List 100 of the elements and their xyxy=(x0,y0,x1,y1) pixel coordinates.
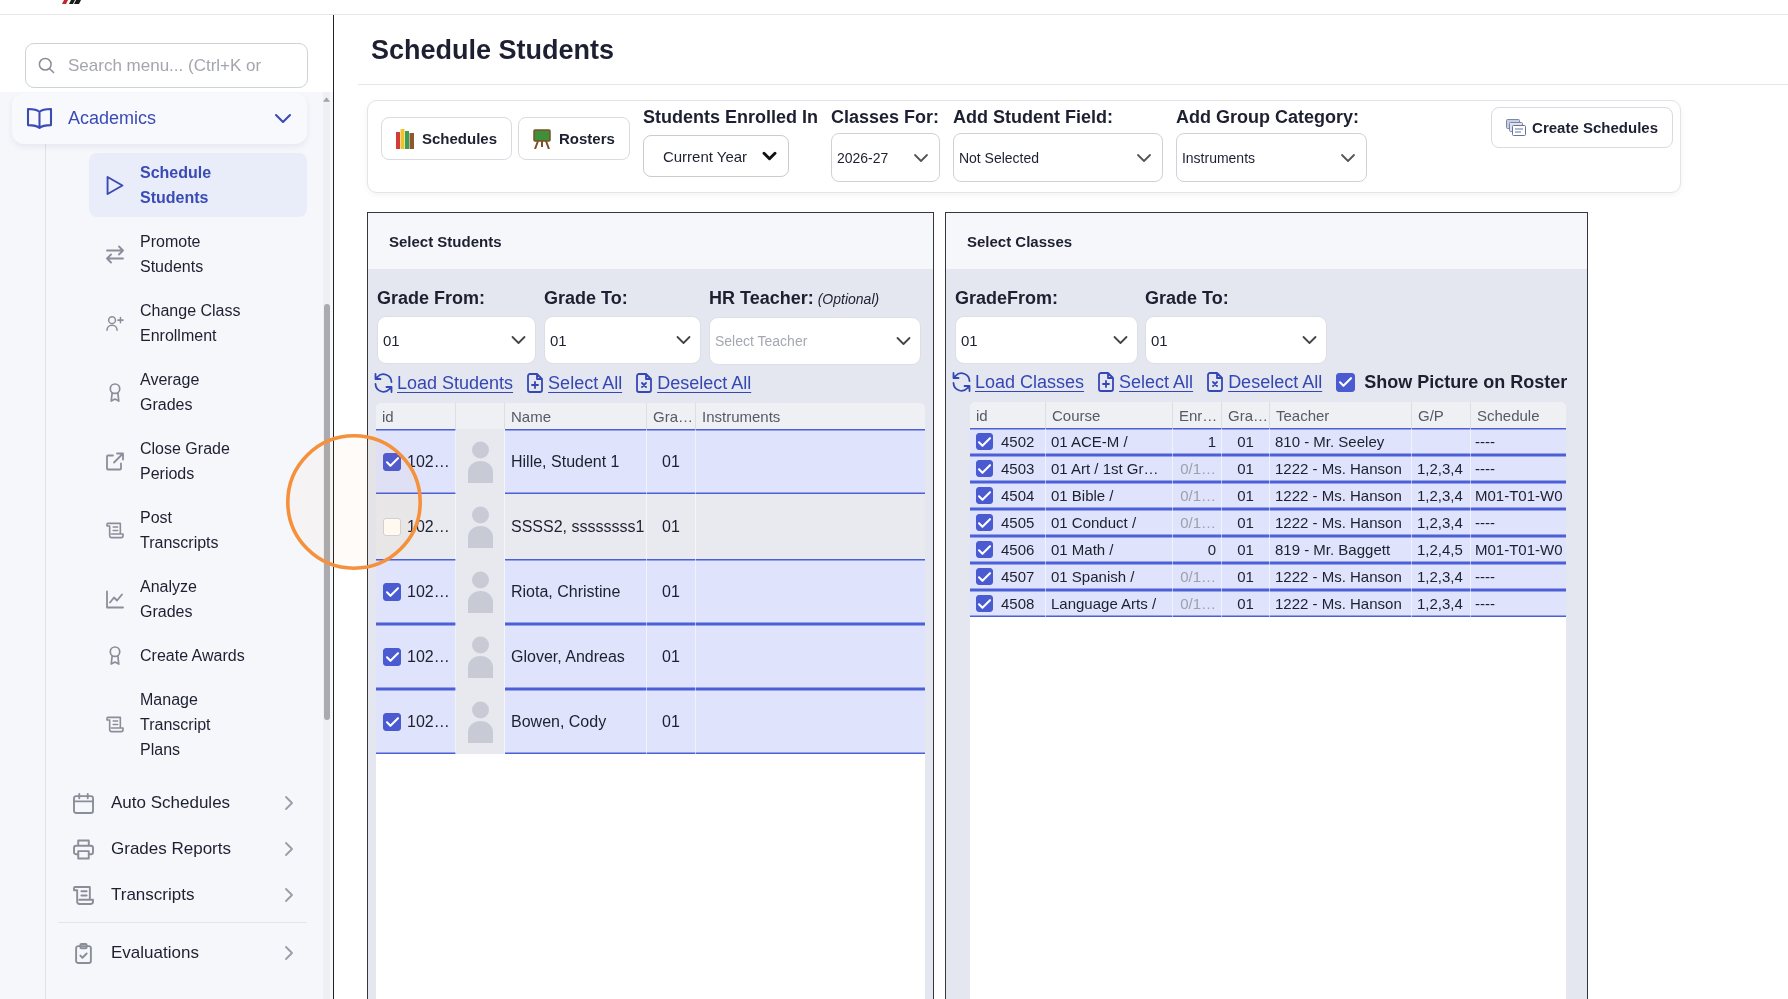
nav-item[interactable]: Analyze Grades xyxy=(89,567,307,631)
checkmark-icon xyxy=(386,457,398,466)
filter-label: Grade To: xyxy=(1145,288,1229,308)
column-header[interactable]: Instruments xyxy=(702,407,781,425)
dropdown[interactable]: Current Year xyxy=(642,135,789,177)
panel-title: Select Classes xyxy=(967,232,1073,250)
action-link[interactable]: Load Classes xyxy=(953,371,1085,393)
table-row[interactable]: 102… Riota, Christine 01 xyxy=(376,559,925,624)
chevron-down-icon xyxy=(763,153,775,159)
checkbox[interactable] xyxy=(383,582,401,601)
column-header[interactable]: Enr… xyxy=(1179,406,1218,424)
table-cell: 102… xyxy=(407,582,450,601)
calendar-icon xyxy=(74,793,93,813)
checkbox[interactable] xyxy=(976,568,993,585)
checkbox[interactable] xyxy=(976,595,993,612)
scrollbar-thumb[interactable] xyxy=(323,304,330,720)
column-header[interactable]: Gra… xyxy=(653,407,693,425)
dropdown[interactable]: Instruments xyxy=(1175,133,1367,182)
swap-arrows-icon xyxy=(107,245,123,263)
filter-label: Grade To: xyxy=(544,288,628,308)
page-title: Schedule Students xyxy=(371,34,615,66)
checkbox[interactable] xyxy=(383,712,401,731)
table-cell: Riota, Christine xyxy=(511,582,621,601)
toolbar-button[interactable]: Rosters xyxy=(518,117,630,160)
create-schedules-button[interactable]: Create Schedules xyxy=(1491,107,1673,148)
avatar-icon xyxy=(467,570,493,613)
checkbox[interactable] xyxy=(976,487,993,504)
chevron-down-icon xyxy=(677,337,690,343)
table-row[interactable]: 4508 Language Arts / 0/1… 01 1222 - Ms. Hanson 1,2,3,4 ---- xyxy=(970,590,1566,617)
checkbox[interactable] xyxy=(1336,372,1356,392)
checkbox[interactable] xyxy=(383,452,401,471)
dropdown[interactable]: 01 xyxy=(377,316,536,364)
nav-item[interactable]: Transcripts xyxy=(74,872,307,918)
nav-section[interactable]: Academics xyxy=(12,93,307,144)
table-row[interactable]: 4502 01 ACE-M / 1 01 810 - Mr. Seeley ---- xyxy=(970,428,1566,455)
table-cell: 01 Art / 1st Gr… xyxy=(1051,460,1159,477)
action-link[interactable]: Deselect All xyxy=(1207,371,1323,393)
action-link[interactable]: Select All xyxy=(1098,371,1194,393)
table-row[interactable]: 4504 01 Bible / 0/1… 01 1222 - Ms. Hanson 1,2,3,4 M01-T01-W0 xyxy=(970,482,1566,509)
nav-item[interactable]: Auto Schedules xyxy=(74,780,307,826)
books-icon xyxy=(396,128,414,149)
dropdown[interactable]: 01 xyxy=(955,316,1138,364)
action-link[interactable]: Deselect All xyxy=(636,372,752,394)
dropdown[interactable]: 2026-27 xyxy=(830,133,940,182)
nav-item[interactable]: Average Grades xyxy=(89,360,307,424)
column-header[interactable]: Gra… xyxy=(1228,406,1268,424)
printer-icon xyxy=(74,839,93,859)
column-header[interactable]: G/P xyxy=(1418,406,1444,424)
scrollbar[interactable] xyxy=(323,92,330,999)
dropdown[interactable]: Not Selected xyxy=(952,133,1163,182)
refresh-icon xyxy=(953,373,970,391)
table-row[interactable]: 102… Hille, Student 1 01 xyxy=(376,429,925,494)
table-cell: M01-T01-W0 xyxy=(1475,487,1563,504)
column-header[interactable]: Name xyxy=(511,407,551,425)
table-cell: ---- xyxy=(1475,433,1495,450)
nav-item[interactable]: Grades Reports xyxy=(74,826,307,872)
table-row[interactable]: 102… Bowen, Cody 01 xyxy=(376,689,925,754)
user-plus-icon xyxy=(107,314,123,332)
table-cell: 1222 - Ms. Hanson xyxy=(1275,514,1402,531)
nav-item[interactable]: Change Class Enrollment xyxy=(89,291,307,355)
table-row[interactable]: 4507 01 Spanish / 0/1… 01 1222 - Ms. Hanson 1,2,3,4 ---- xyxy=(970,563,1566,590)
table-cell: 4503 xyxy=(1001,460,1035,477)
search-field[interactable]: Search menu... (Ctrl+K or xyxy=(25,43,308,88)
nav-item[interactable]: Close Grade Periods xyxy=(89,429,307,493)
nav-item[interactable]: Promote Students xyxy=(89,222,307,286)
column-header[interactable]: Schedule xyxy=(1477,406,1540,424)
filter-label: GradeFrom: xyxy=(955,288,1059,308)
toolbar-button[interactable]: Schedules xyxy=(381,117,513,160)
table-row[interactable]: 4506 01 Math / 0 01 819 - Mr. Baggett 1,2,4,5 M01-T01-W0 xyxy=(970,536,1566,563)
checkbox[interactable] xyxy=(976,460,993,477)
scroll-icon xyxy=(107,521,123,539)
column-header[interactable]: Teacher xyxy=(1276,406,1330,424)
checkbox[interactable] xyxy=(383,647,401,666)
checkbox[interactable] xyxy=(976,514,993,531)
column-header[interactable]: id xyxy=(382,407,394,425)
table-row[interactable]: 4503 01 Art / 1st Gr… 0/1… 01 1222 - Ms. Hanson 1,2,3,4 ---- xyxy=(970,455,1566,482)
avatar-icon xyxy=(467,440,493,483)
action-link[interactable]: Select All xyxy=(527,372,623,394)
dropdown[interactable]: 01 xyxy=(1145,316,1327,364)
column-header[interactable]: id xyxy=(976,406,988,424)
table-row[interactable]: 4505 01 Conduct / 0/1… 01 1222 - Ms. Hanson 1,2,3,4 ---- xyxy=(970,509,1566,536)
checkmark-icon xyxy=(386,652,398,661)
ribbon-icon xyxy=(107,383,123,401)
nav-item[interactable]: Manage Transcript Plans xyxy=(89,680,307,769)
checkbox[interactable] xyxy=(976,433,993,450)
table-row[interactable]: 102… Glover, Andreas 01 xyxy=(376,624,925,689)
nav-item[interactable]: Schedule Students xyxy=(89,153,307,217)
table-cell: 4502 xyxy=(1001,433,1035,450)
table-cell: 1 xyxy=(1207,433,1216,450)
dropdown[interactable]: 01 xyxy=(544,316,701,364)
nav-item[interactable]: Create Awards xyxy=(89,636,307,675)
nav-item[interactable]: Post Transcripts xyxy=(89,498,307,562)
table-cell: 102… xyxy=(407,452,450,471)
checkbox[interactable] xyxy=(976,541,993,558)
filter-label: HR Teacher: xyxy=(709,288,814,308)
action-link[interactable]: Load Students xyxy=(375,372,514,394)
nav-item[interactable]: Evaluations xyxy=(74,930,307,976)
optional-note: (Optional) xyxy=(817,290,880,309)
column-header[interactable]: Course xyxy=(1052,406,1101,424)
chevron-down-icon xyxy=(1137,154,1150,161)
